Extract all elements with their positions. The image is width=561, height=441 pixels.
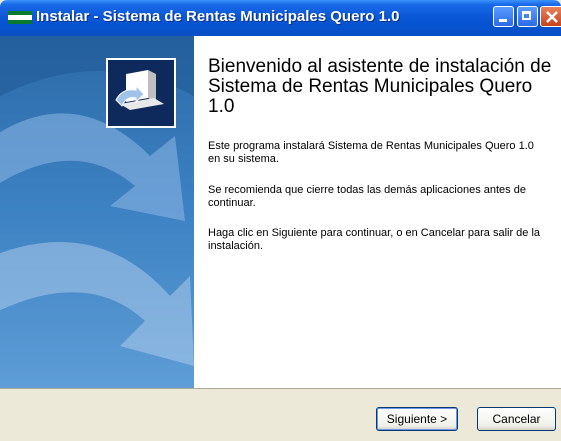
next-button[interactable]: Siguiente > bbox=[376, 407, 458, 431]
app-icon bbox=[8, 11, 32, 24]
close-icon bbox=[546, 11, 558, 23]
intro-paragraph: Este programa instalará Sistema de Renta… bbox=[208, 140, 534, 165]
wizard-content: Bienvenido al asistente de instalación d… bbox=[194, 36, 561, 388]
cancel-button[interactable]: Cancelar bbox=[477, 407, 556, 431]
title-bar[interactable]: Instalar - Sistema de Rentas Municipales… bbox=[0, 0, 561, 36]
maximize-button[interactable] bbox=[517, 6, 538, 27]
wizard-heading: Bienvenido al asistente de instalación d… bbox=[208, 56, 552, 117]
wizard-button-bar: Siguiente > Cancelar bbox=[0, 388, 561, 441]
setup-computer-icon bbox=[115, 70, 164, 110]
close-button[interactable] bbox=[540, 6, 561, 27]
recommendation-paragraph: Se recomienda que cierre todas las demás… bbox=[208, 184, 526, 209]
instructions-paragraph: Haga clic en Siguiente para continuar, o… bbox=[208, 227, 541, 252]
minimize-button[interactable] bbox=[493, 6, 514, 27]
window-title: Instalar - Sistema de Rentas Municipales… bbox=[36, 8, 400, 25]
installer-window: Instalar - Sistema de Rentas Municipales… bbox=[0, 0, 561, 441]
wizard-sidebar-image bbox=[0, 36, 194, 388]
setup-logo bbox=[106, 58, 176, 128]
